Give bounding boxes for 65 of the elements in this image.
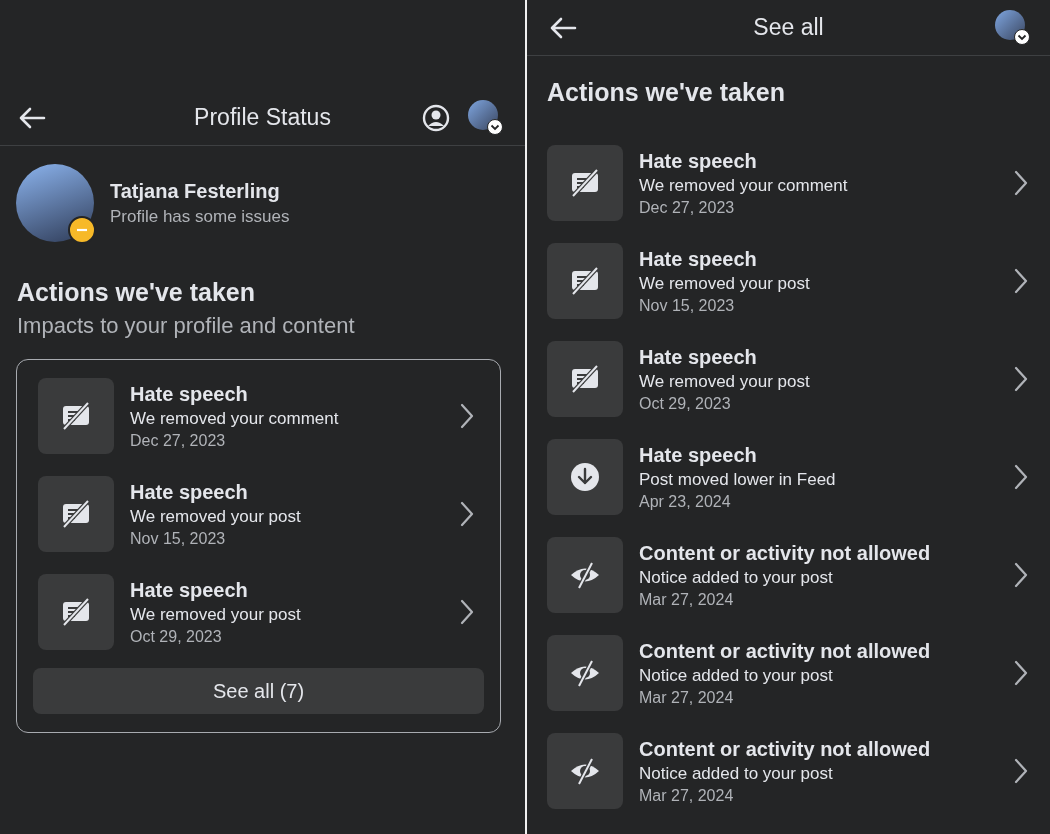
action-date: Oct 29, 2023 <box>130 627 223 646</box>
profile-name: Tatjana Festerling <box>110 179 281 203</box>
action-detail: Notice added to your post <box>639 665 834 686</box>
profile-icon[interactable] <box>422 103 450 132</box>
chevron-right-icon <box>1014 464 1028 490</box>
action-detail: We removed your post <box>130 604 302 625</box>
action-item[interactable]: Hate speech We removed your post Nov 15, 2023 <box>33 476 484 552</box>
action-item[interactable]: Hate speech We removed your post Oct 29, 2023 <box>33 574 484 650</box>
chevron-right-icon <box>460 599 474 625</box>
action-title: Hate speech <box>130 382 249 406</box>
section-title: Actions we've taken <box>17 278 256 307</box>
action-detail: We removed your post <box>639 273 811 294</box>
action-detail: Post moved lower in Feed <box>639 469 837 490</box>
action-item[interactable]: Hate speech Post moved lower in Feed Apr 23, 2024 <box>542 439 1038 515</box>
action-date: Nov 15, 2023 <box>639 296 736 315</box>
action-item[interactable]: Content or activity not allowed Notice added to your post Mar 27, 2024 <box>542 733 1038 809</box>
chevron-down-icon[interactable] <box>487 119 503 135</box>
down-arrow-circle-icon <box>568 460 602 494</box>
back-arrow-icon[interactable] <box>18 105 46 130</box>
action-title: Hate speech <box>639 247 758 271</box>
screen-title: See all <box>753 14 824 41</box>
chevron-right-icon <box>1014 170 1028 196</box>
see-all-button[interactable]: See all (7) <box>33 668 484 714</box>
action-title: Hate speech <box>639 345 758 369</box>
action-item[interactable]: Content or activity not allowed Notice added to your post Mar 27, 2024 <box>542 537 1038 613</box>
action-title: Content or activity not allowed <box>639 737 932 761</box>
action-title: Hate speech <box>639 443 758 467</box>
section-subtitle: Impacts to your profile and content <box>17 313 356 339</box>
chevron-right-icon <box>460 403 474 429</box>
action-item[interactable]: Hate speech We removed your post Nov 15, 2023 <box>542 243 1038 319</box>
action-item[interactable]: Hate speech We removed your comment Dec 27, 2023 <box>33 378 484 454</box>
action-detail: We removed your comment <box>639 175 849 196</box>
action-detail: We removed your post <box>130 506 302 527</box>
action-date: Oct 29, 2023 <box>639 394 732 413</box>
action-item[interactable]: Hate speech We removed your post Oct 29, 2023 <box>542 341 1038 417</box>
action-date: Nov 15, 2023 <box>130 529 227 548</box>
action-date: Dec 27, 2023 <box>639 198 736 217</box>
chevron-right-icon <box>1014 366 1028 392</box>
chevron-down-icon[interactable] <box>1014 29 1030 45</box>
action-detail: Notice added to your post <box>639 567 834 588</box>
chevron-right-icon <box>1014 562 1028 588</box>
chevron-right-icon <box>460 501 474 527</box>
section-title: Actions we've taken <box>547 78 786 107</box>
chevron-right-icon <box>1014 758 1028 784</box>
chevron-right-icon <box>1014 268 1028 294</box>
action-date: Mar 27, 2024 <box>639 786 735 805</box>
back-arrow-icon[interactable] <box>549 15 577 40</box>
action-date: Mar 27, 2024 <box>639 688 735 707</box>
action-item[interactable]: Content or activity not allowed Notice added to your post Mar 27, 2024 <box>542 635 1038 711</box>
action-date: Dec 27, 2023 <box>130 431 227 450</box>
warning-badge-icon <box>68 216 96 244</box>
action-detail: We removed your post <box>639 371 811 392</box>
action-date: Apr 23, 2024 <box>639 492 732 511</box>
profile-status: Profile has some issues <box>110 206 290 227</box>
action-detail: Notice added to your post <box>639 763 834 784</box>
action-item[interactable]: Hate speech We removed your comment Dec 27, 2023 <box>542 145 1038 221</box>
action-title: Content or activity not allowed <box>639 639 932 663</box>
action-detail: We removed your comment <box>130 408 340 429</box>
screen-title: Profile Status <box>194 104 331 131</box>
action-date: Mar 27, 2024 <box>639 590 735 609</box>
chevron-right-icon <box>1014 660 1028 686</box>
action-title: Content or activity not allowed <box>639 541 932 565</box>
action-title: Hate speech <box>130 578 249 602</box>
action-title: Hate speech <box>639 149 758 173</box>
action-title: Hate speech <box>130 480 249 504</box>
